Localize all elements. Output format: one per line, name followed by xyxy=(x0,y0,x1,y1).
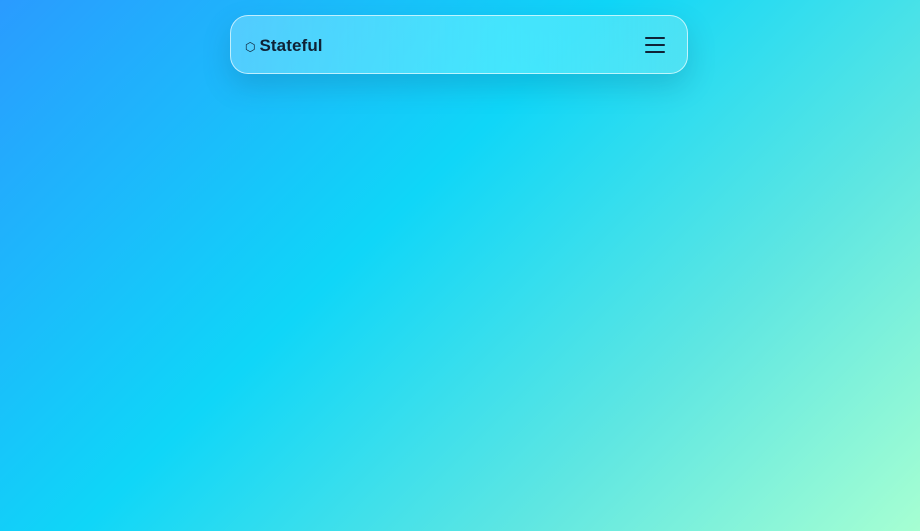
hamburger-menu-icon-bar xyxy=(645,51,665,53)
hamburger-menu-icon xyxy=(645,37,665,39)
top-navbar: ⬡ Stateful xyxy=(230,15,688,74)
hexagon-icon: ⬡ xyxy=(245,39,256,54)
page-background: { "navbar": { "brand": { "icon": "hexago… xyxy=(0,0,920,531)
brand-logo-link[interactable]: ⬡ Stateful xyxy=(245,16,323,75)
hamburger-menu-icon-bar xyxy=(645,44,665,46)
menu-button[interactable] xyxy=(643,34,667,56)
brand-name: Stateful xyxy=(259,35,323,55)
